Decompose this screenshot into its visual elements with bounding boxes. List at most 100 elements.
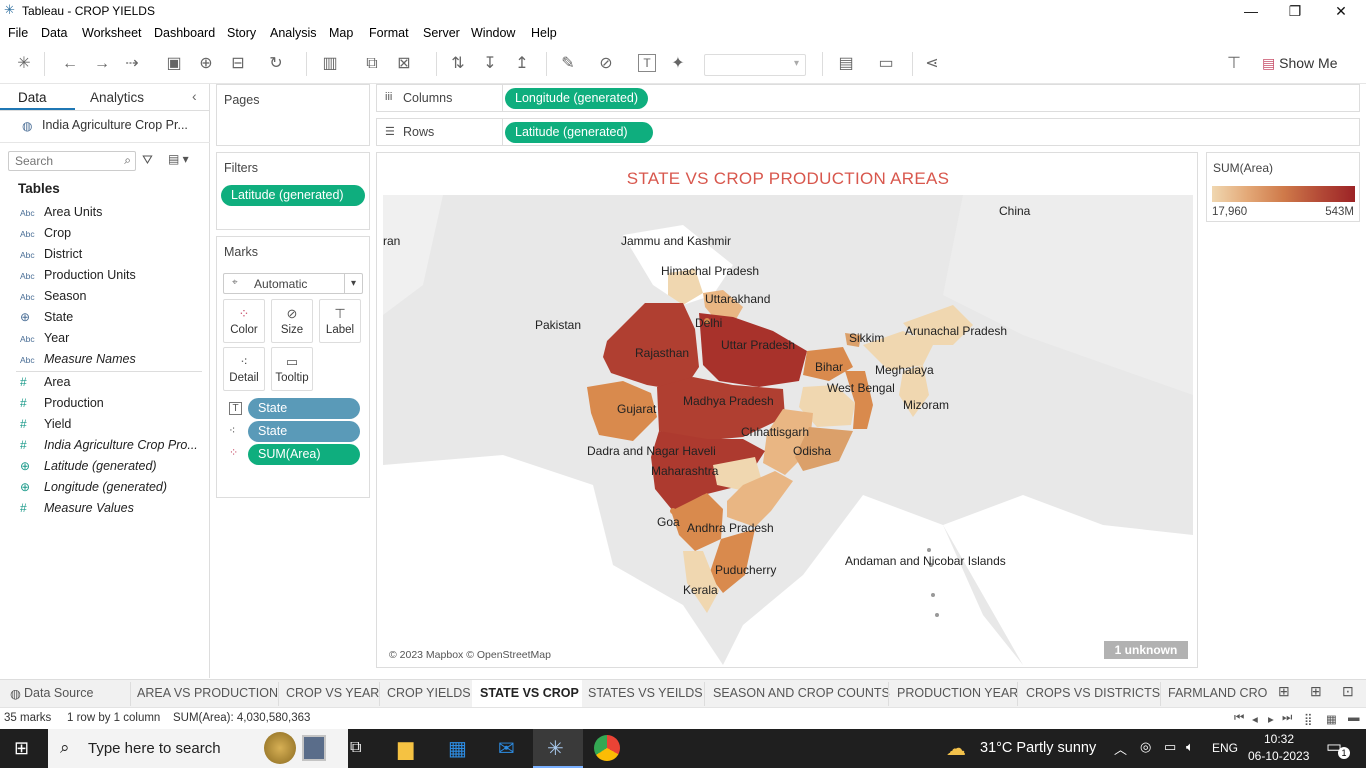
swap-rows-columns-icon[interactable]: ⇅ (448, 54, 468, 74)
share-icon[interactable]: ⋖ (922, 54, 942, 74)
view-options-icon[interactable]: ▤ ▾ (168, 152, 189, 166)
menu-help[interactable]: Help (531, 26, 557, 40)
detail-button[interactable]: ⁖ Detail (223, 347, 265, 391)
sort-ascending-icon[interactable]: ↧ (480, 54, 500, 74)
minimize-button[interactable]: — (1240, 2, 1262, 20)
field-district[interactable]: Abc District (20, 247, 82, 267)
datasource-name[interactable]: India Agriculture Crop Pr... (42, 118, 188, 132)
tabs-view-icon[interactable]: ▬ (1348, 712, 1360, 724)
taskbar-search-box[interactable]: ⌕ Type here to search (48, 729, 348, 768)
show-me-pin-icon[interactable]: ⊤ (1224, 54, 1244, 74)
menu-story[interactable]: Story (227, 26, 256, 40)
columns-shelf[interactable]: iii Columns Longitude (generated) (376, 84, 1360, 112)
rows-shelf[interactable]: ☰ Rows Latitude (generated) (376, 118, 1360, 146)
field-year[interactable]: Abc Year (20, 331, 69, 351)
menu-format[interactable]: Format (369, 26, 409, 40)
color-legend[interactable]: SUM(Area) 17,960 543M (1206, 152, 1360, 222)
new-story-tab-icon[interactable]: ⊡ (1342, 683, 1354, 700)
field-area[interactable]: # Area (20, 375, 70, 395)
prev-page-icon[interactable]: ◂ (1252, 712, 1258, 726)
clock-date[interactable]: 06-10-2023 (1248, 749, 1309, 763)
marks-pill-state-label[interactable]: State (248, 398, 360, 419)
network-icon[interactable]: ▭ (1164, 739, 1176, 755)
redo-icon[interactable]: → (92, 54, 112, 74)
tab-data[interactable]: Data (0, 84, 75, 110)
tab-area-vs-production[interactable]: AREA VS PRODUCTION (137, 686, 278, 700)
meet-now-icon[interactable]: ◎ (1140, 739, 1151, 755)
filter-icon[interactable]: ⛛ (142, 152, 153, 168)
filmstrip-icon[interactable]: ▦ (1326, 712, 1337, 726)
refresh-icon[interactable]: ↻ (266, 54, 286, 74)
unknown-indicator[interactable]: 1 unknown (1104, 641, 1188, 659)
menu-data[interactable]: Data (41, 26, 67, 40)
clear-sheet-icon[interactable]: ⊠ (394, 54, 414, 74)
label-button[interactable]: ⊤ Label (319, 299, 361, 343)
map-copyright[interactable]: © 2023 Mapbox © OpenStreetMap (389, 649, 551, 661)
close-button[interactable]: ✕ (1330, 2, 1352, 20)
field-production[interactable]: # Production (20, 396, 104, 416)
presentation-mode-icon[interactable]: ▭ (876, 54, 896, 74)
undo-icon[interactable]: ← (60, 54, 80, 74)
field-record-count[interactable]: # India Agriculture Crop Pro... (20, 438, 198, 458)
menu-file[interactable]: File (8, 26, 28, 40)
new-worksheet-tab-icon[interactable]: ⊞ (1278, 683, 1290, 700)
show-mark-labels-icon[interactable]: T (638, 54, 656, 72)
pin-axes-icon[interactable]: ✦ (668, 54, 688, 74)
tab-crop-vs-year[interactable]: CROP VS YEAR (286, 686, 379, 700)
fit-dropdown[interactable]: ▾ (704, 54, 806, 76)
sort-descending-icon[interactable]: ↥ (512, 54, 532, 74)
columns-pill-longitude[interactable]: Longitude (generated) (505, 88, 649, 109)
microsoft-store-icon[interactable]: ▦ (448, 736, 467, 761)
pages-card[interactable]: Pages (216, 84, 370, 146)
field-area-units[interactable]: Abc Area Units (20, 205, 102, 225)
tab-states-vs-yields[interactable]: STATES VS YEILDS (588, 686, 703, 700)
mark-type-dropdown[interactable]: ⌖ Automatic ▾ (223, 273, 363, 294)
state-goa[interactable] (670, 508, 676, 514)
next-page-icon[interactable]: ▸ (1268, 712, 1274, 726)
field-production-units[interactable]: Abc Production Units (20, 268, 136, 288)
menu-map[interactable]: Map (329, 26, 353, 40)
show-cards-icon[interactable]: ▤ (836, 54, 856, 74)
duplicate-sheet-icon[interactable]: ⧉ (362, 54, 382, 74)
tab-analytics[interactable]: Analytics (90, 90, 144, 105)
file-explorer-icon[interactable]: ▆ (398, 736, 413, 761)
tab-state-vs-crop[interactable]: STATE VS CROP (480, 686, 579, 700)
tableau-home-icon[interactable]: ✳ (14, 54, 34, 74)
mail-icon[interactable]: ✉ (498, 736, 515, 761)
pause-updates-icon[interactable]: ⊟ (228, 54, 248, 74)
chrome-icon[interactable] (594, 735, 620, 761)
clock-time[interactable]: 10:32 (1264, 732, 1294, 746)
task-view-icon[interactable]: ⧉ (350, 739, 361, 757)
tab-season-crop-counts[interactable]: SEASON AND CROP COUNTS (713, 686, 890, 700)
highlight-icon[interactable]: ✎ (558, 54, 578, 74)
menu-server[interactable]: Server (423, 26, 460, 40)
tooltip-button[interactable]: ▭ Tooltip (271, 347, 313, 391)
field-season[interactable]: Abc Season (20, 289, 86, 309)
search-field[interactable]: ⌕ (8, 151, 136, 171)
menu-analysis[interactable]: Analysis (270, 26, 317, 40)
show-me-button[interactable]: ▤ Show Me (1262, 55, 1337, 72)
volume-icon[interactable]: 🔈︎ (1186, 739, 1194, 755)
size-button[interactable]: ⊘ Size (271, 299, 313, 343)
show-hidden-icons-icon[interactable]: ︿ (1114, 739, 1127, 758)
marks-pill-sum-area[interactable]: SUM(Area) (248, 444, 360, 465)
tab-crop-yields[interactable]: CROP YIELDS (387, 686, 471, 700)
tableau-taskbar-button[interactable]: ✳ (533, 729, 583, 768)
nicobar-islands[interactable] (935, 613, 939, 617)
menu-dashboard[interactable]: Dashboard (154, 26, 215, 40)
filters-card[interactable]: Filters Latitude (generated) (216, 152, 370, 230)
tab-crops-vs-districts[interactable]: CROPS VS DISTRICTS (1026, 686, 1160, 700)
field-measure-names[interactable]: Abc Measure Names (20, 352, 136, 372)
menu-worksheet[interactable]: Worksheet (82, 26, 142, 40)
map-view[interactable]: STATE VS CROP PRODUCTION AREAS China Pak… (376, 152, 1198, 668)
field-state[interactable]: ⊕ State (20, 310, 73, 330)
field-yield[interactable]: # Yield (20, 417, 71, 437)
sheet-sorter-icon[interactable]: ⣿ (1304, 712, 1312, 726)
restore-button[interactable]: ❐ (1284, 2, 1306, 20)
field-measure-values[interactable]: # Measure Values (20, 501, 134, 521)
group-members-icon[interactable]: ⊘ (596, 54, 616, 74)
replay-icon[interactable]: ⇢ (122, 54, 142, 74)
new-dashboard-tab-icon[interactable]: ⊞ (1310, 683, 1322, 700)
weather-text[interactable]: 31°C Partly sunny (980, 740, 1096, 756)
new-datasource-icon[interactable]: ⊕ (196, 54, 216, 74)
